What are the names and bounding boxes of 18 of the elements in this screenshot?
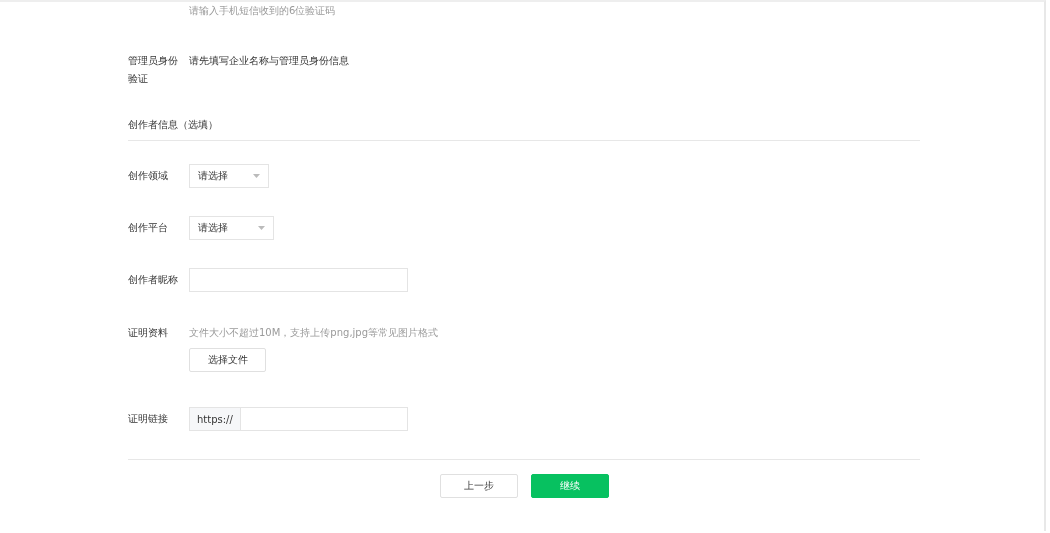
- caret-icon: [253, 174, 260, 178]
- select-dropdown[interactable]: 请选择: [189, 164, 269, 188]
- choose-file-button[interactable]: 选择文件: [189, 348, 266, 372]
- field-label: 创作领域: [128, 169, 169, 183]
- hint-text: 请输入手机短信收到的6位验证码: [189, 4, 337, 18]
- field-label: 管理员身份验证: [128, 54, 179, 86]
- select-dropdown[interactable]: 请选择: [189, 216, 274, 240]
- input-field[interactable]: [189, 268, 408, 292]
- field-label: 证明资料: [128, 326, 169, 340]
- field-label: 创作平台: [128, 221, 169, 235]
- input-field[interactable]: https://: [189, 407, 408, 431]
- section-title: 创作者信息（选填）: [128, 118, 219, 132]
- back-button[interactable]: 上一步: [439, 474, 518, 498]
- field-label: 创作者昵称: [128, 273, 179, 287]
- caret-icon: [258, 226, 265, 230]
- field-label: 证明链接: [128, 412, 169, 426]
- field-value: 请先填写企业名称与管理员身份信息: [189, 54, 349, 68]
- upload-hint: 文件大小不超过10M，支持上传png,jpg等常见图片格式: [189, 326, 439, 340]
